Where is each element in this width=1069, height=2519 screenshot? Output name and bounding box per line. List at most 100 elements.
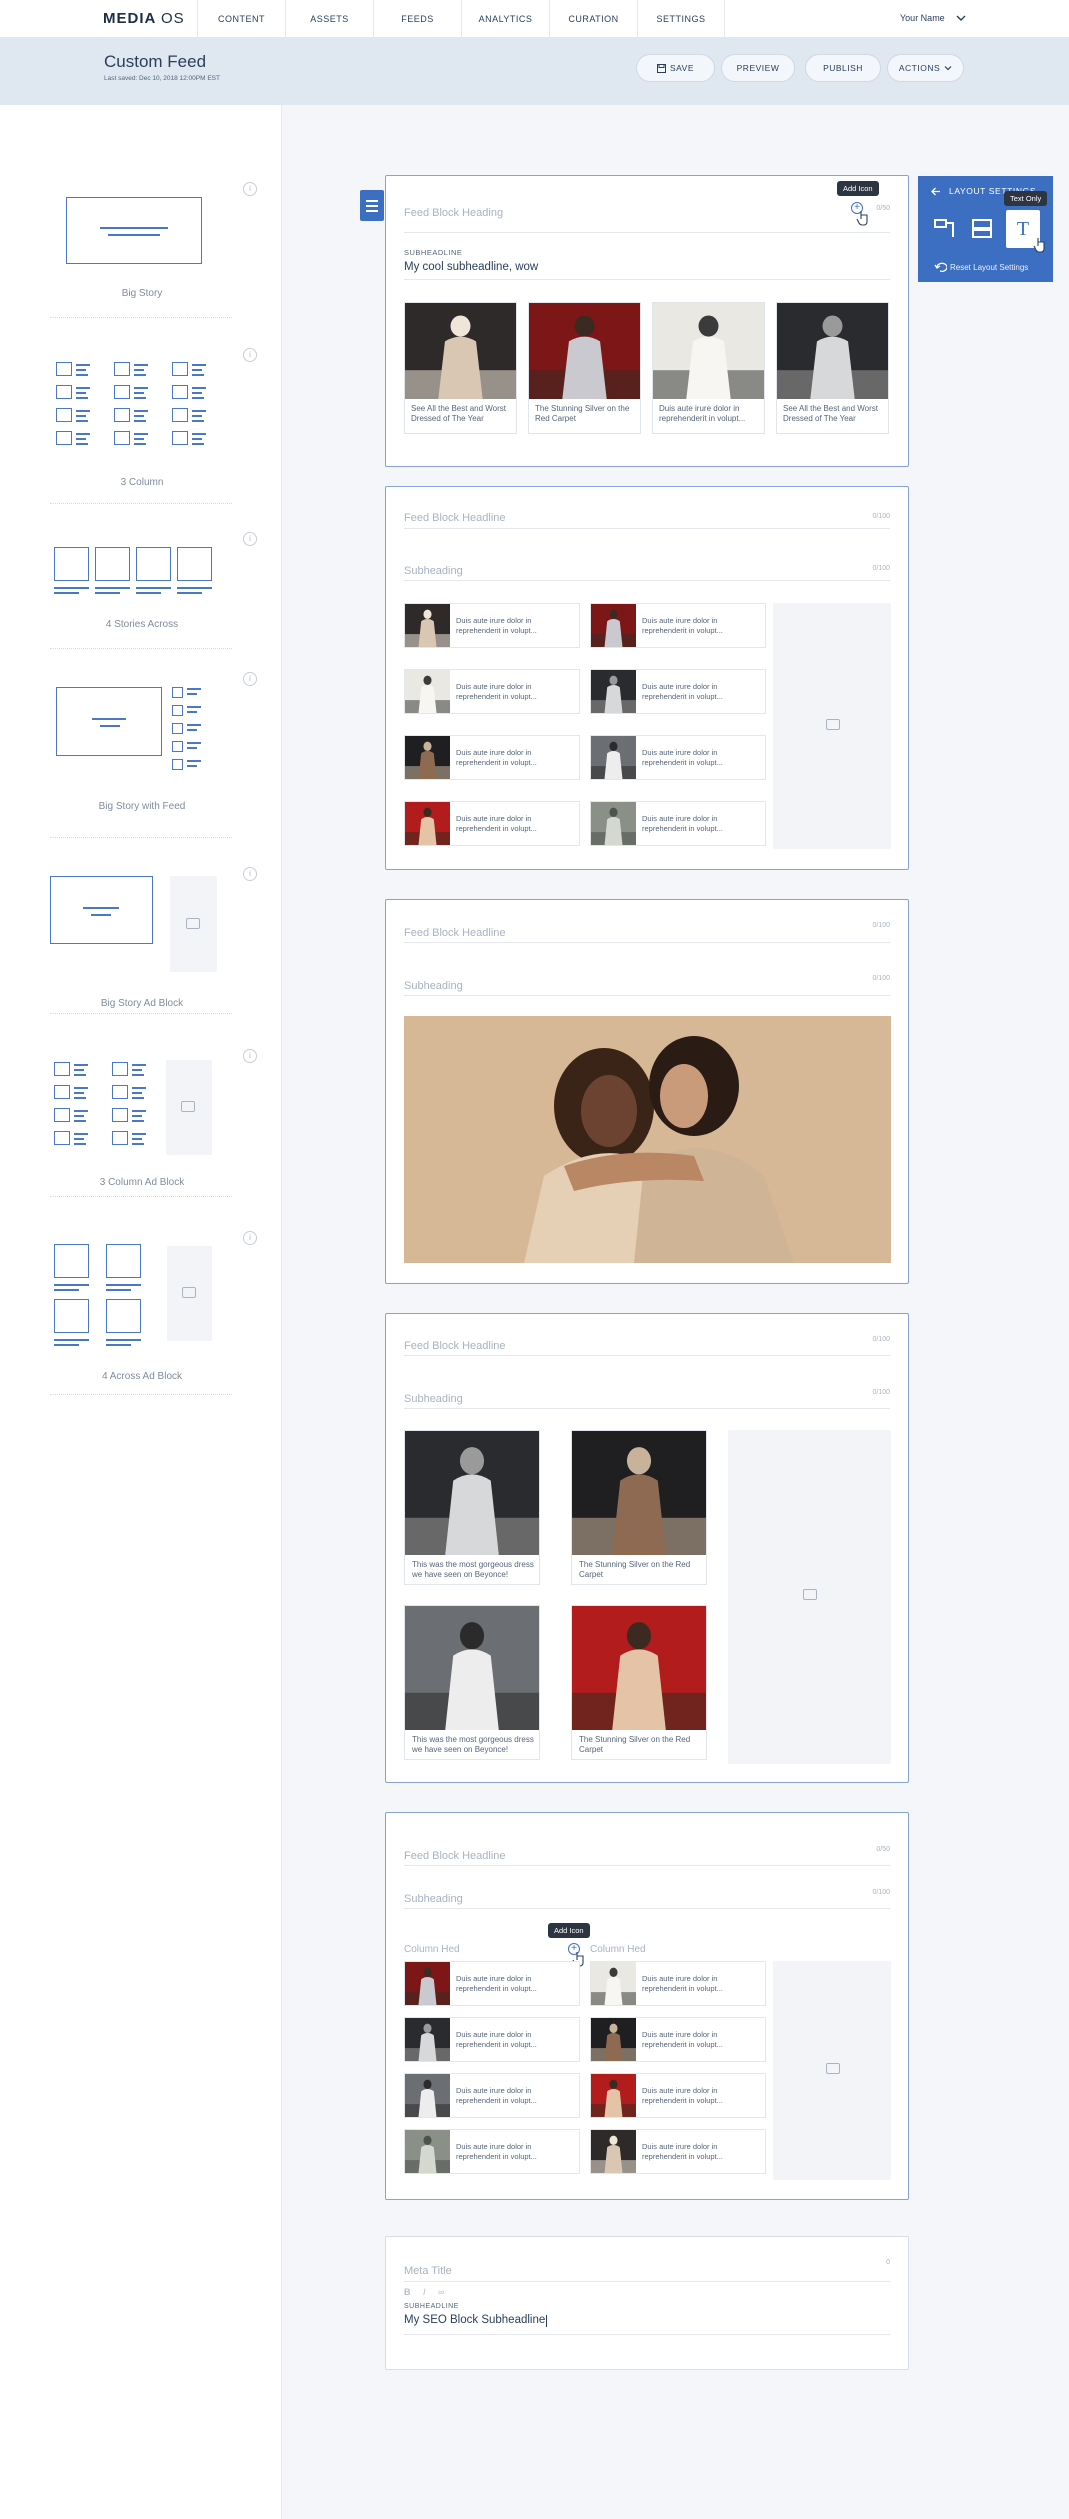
- subheadline-field[interactable]: My cool subheadline, wow: [404, 261, 538, 273]
- nav-analytics[interactable]: ANALYTICS: [461, 0, 549, 38]
- story-card[interactable]: The Stunning Silver on the Red Carpet: [528, 302, 641, 434]
- info-icon[interactable]: i: [243, 1049, 257, 1063]
- meta-title-field[interactable]: Meta Title: [404, 2265, 452, 2277]
- hero-image[interactable]: [404, 1016, 891, 1263]
- feed-item[interactable]: Duis aute irure dolor in reprehenderit i…: [404, 1961, 580, 2006]
- info-icon[interactable]: i: [243, 532, 257, 546]
- actions-button[interactable]: ACTIONS: [887, 54, 964, 82]
- feed-item[interactable]: Duis aute irure dolor in reprehenderit i…: [590, 2017, 766, 2062]
- feed-item[interactable]: Duis aute irure dolor in reprehenderit i…: [590, 603, 766, 648]
- publish-button[interactable]: PUBLISH: [805, 54, 881, 82]
- story-card[interactable]: See All the Best and Worst Dressed of Th…: [404, 302, 517, 434]
- block-headline-field[interactable]: Feed Block Headline: [404, 1850, 506, 1862]
- story-card[interactable]: Duis aute irure dolor in reprehenderit i…: [652, 302, 765, 434]
- story-card[interactable]: The Stunning Silver on the Red Carpet: [571, 1605, 707, 1760]
- feed-item-text: Duis aute irure dolor in reprehenderit i…: [456, 2142, 537, 2161]
- block-headline-field[interactable]: Feed Block Headline: [404, 512, 506, 524]
- feed-item[interactable]: Duis aute irure dolor in reprehenderit i…: [404, 669, 580, 714]
- layout-label: Big Story Ad Block: [100, 998, 184, 1009]
- nav-assets[interactable]: ASSETS: [285, 0, 373, 38]
- feed-item[interactable]: Duis aute irure dolor in reprehenderit i…: [404, 735, 580, 780]
- seo-subheadline-field[interactable]: My SEO Block Subheadline: [404, 2314, 545, 2326]
- image-top-layout-icon[interactable]: [968, 214, 998, 244]
- italic-icon[interactable]: I: [423, 2287, 426, 2297]
- feed-item[interactable]: Duis aute irure dolor in reprehenderit i…: [404, 2129, 580, 2174]
- feed-thumbnail: [405, 1962, 450, 2005]
- user-menu[interactable]: Your Name: [900, 13, 945, 23]
- story-card[interactable]: The Stunning Silver on the Red Carpet: [571, 1430, 707, 1585]
- char-count: 0/100: [872, 975, 890, 982]
- chevron-down-icon[interactable]: [956, 13, 966, 23]
- layout-big-story-ad-block[interactable]: Big Story Ad Block: [50, 876, 230, 1016]
- info-icon[interactable]: i: [243, 348, 257, 362]
- layout-4-across-ad-block[interactable]: 4 Across Ad Block: [54, 1244, 230, 1384]
- block-headline-field[interactable]: Feed Block Heading: [404, 207, 503, 219]
- block-headline-field[interactable]: Feed Block Headline: [404, 1340, 506, 1352]
- subheadline-label: SUBHEADLINE: [404, 2303, 459, 2310]
- layout-label: 4 Stories Across: [105, 619, 179, 630]
- feed-item[interactable]: Duis aute irure dolor in reprehenderit i…: [590, 2073, 766, 2118]
- feed-item-text: Duis aute irure dolor in reprehenderit i…: [456, 814, 537, 833]
- feed-block-1: Feed Block Heading + 0/50 Add Icon SUBHE…: [385, 175, 909, 467]
- layout-label: 3 Column Ad Block: [99, 1177, 185, 1188]
- feed-item[interactable]: Duis aute irure dolor in reprehenderit i…: [590, 735, 766, 780]
- drag-handle-button[interactable]: [360, 190, 384, 221]
- info-icon[interactable]: i: [243, 1231, 257, 1245]
- feed-item[interactable]: Duis aute irure dolor in reprehenderit i…: [590, 669, 766, 714]
- subheading-field[interactable]: Subheading: [404, 1893, 463, 1905]
- nav-feeds[interactable]: FEEDS: [373, 0, 461, 38]
- story-card[interactable]: This was the most gorgeous dress we have…: [404, 1430, 540, 1585]
- subheading-field[interactable]: Subheading: [404, 565, 463, 577]
- nav-curation[interactable]: CURATION: [549, 0, 637, 38]
- feed-item-text: Duis aute irure dolor in reprehenderit i…: [642, 1974, 723, 1993]
- layout-big-story[interactable]: Big Story: [54, 197, 230, 303]
- info-icon[interactable]: i: [243, 182, 257, 196]
- bold-icon[interactable]: B: [404, 2287, 411, 2297]
- feed-item[interactable]: Duis aute irure dolor in reprehenderit i…: [404, 2073, 580, 2118]
- block-headline-field[interactable]: Feed Block Headline: [404, 927, 506, 939]
- story-caption: The Stunning Silver on the Red Carpet: [535, 404, 630, 423]
- nav-content[interactable]: CONTENT: [197, 0, 285, 38]
- info-icon[interactable]: i: [243, 672, 257, 686]
- feed-item[interactable]: Duis aute irure dolor in reprehenderit i…: [404, 2017, 580, 2062]
- nav-settings[interactable]: SETTINGS: [637, 0, 725, 38]
- divider: [50, 503, 232, 504]
- subheading-field[interactable]: Subheading: [404, 980, 463, 992]
- feed-item[interactable]: Duis aute irure dolor in reprehenderit i…: [590, 801, 766, 846]
- char-count: 0/100: [872, 1336, 890, 1343]
- image-left-layout-icon[interactable]: [931, 214, 961, 244]
- preview-button[interactable]: PREVIEW: [721, 54, 795, 82]
- feed-item[interactable]: Duis aute irure dolor in reprehenderit i…: [404, 603, 580, 648]
- back-arrow-icon[interactable]: [931, 187, 941, 196]
- column-heading-field[interactable]: Column Hed: [404, 1944, 460, 1955]
- divider: [50, 1196, 232, 1197]
- reset-icon[interactable]: [934, 261, 947, 272]
- save-button[interactable]: SAVE: [636, 54, 715, 82]
- story-card[interactable]: See All the Best and Worst Dressed of Th…: [776, 302, 889, 434]
- feed-thumbnail: [591, 670, 636, 713]
- layout-big-story-with-feed[interactable]: Big Story with Feed: [54, 685, 230, 820]
- app-root: MEDIA OS CONTENT ASSETS FEEDS ANALYTICS …: [0, 0, 1069, 2519]
- feed-item-text: Duis aute irure dolor in reprehenderit i…: [642, 2086, 723, 2105]
- feed-item[interactable]: Duis aute irure dolor in reprehenderit i…: [590, 2129, 766, 2174]
- feed-block-5: Feed Block Headline 0/50 Subheading 0/10…: [385, 1812, 909, 2200]
- subheading-field[interactable]: Subheading: [404, 1393, 463, 1405]
- layout-sidebar: i Big Story i 3 Column i 4 Stories Acros…: [0, 105, 282, 2519]
- story-card[interactable]: This was the most gorgeous dress we have…: [404, 1605, 540, 1760]
- logo[interactable]: MEDIA OS: [103, 10, 185, 27]
- column-heading-field[interactable]: Column Hed: [590, 1944, 646, 1955]
- feed-item[interactable]: Duis aute irure dolor in reprehenderit i…: [590, 1961, 766, 2006]
- feed-thumbnail: [405, 2074, 450, 2117]
- story-caption: See All the Best and Worst Dressed of Th…: [783, 404, 879, 423]
- feed-item-text: Duis aute irure dolor in reprehenderit i…: [456, 1974, 537, 1993]
- story-image: [572, 1606, 706, 1730]
- layout-3-column-ad-block[interactable]: 3 Column Ad Block: [54, 1060, 230, 1200]
- feed-item[interactable]: Duis aute irure dolor in reprehenderit i…: [404, 801, 580, 846]
- layout-4-stories-across[interactable]: 4 Stories Across: [54, 547, 230, 661]
- top-nav: MEDIA OS CONTENT ASSETS FEEDS ANALYTICS …: [0, 0, 1069, 38]
- reset-layout-settings-link[interactable]: Reset Layout Settings: [950, 263, 1028, 272]
- info-icon[interactable]: i: [243, 867, 257, 881]
- ad-icon: [803, 1589, 817, 1600]
- layout-3-column[interactable]: 3 Column: [54, 360, 230, 492]
- link-icon[interactable]: ∞: [438, 2287, 444, 2297]
